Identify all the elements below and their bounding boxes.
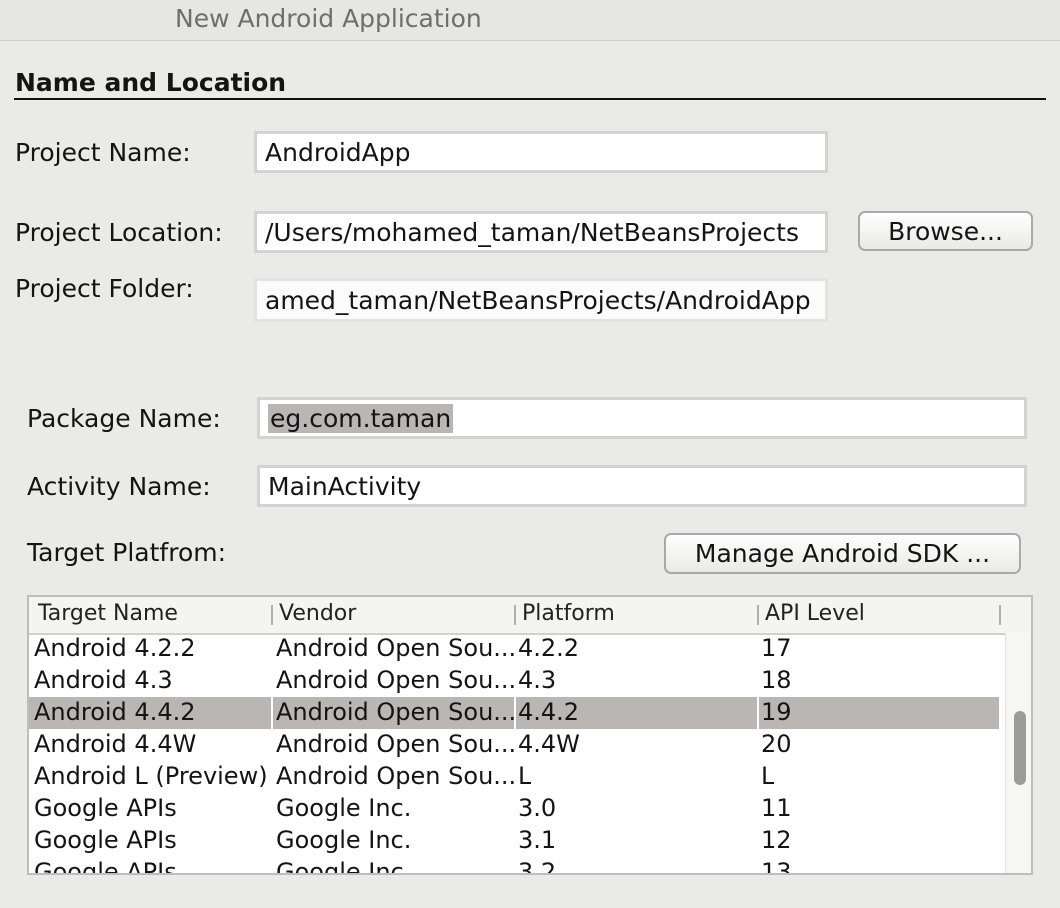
table-row[interactable]: Google APIs Google Inc. 3.0 11 — [29, 793, 999, 825]
cell-platform: 3.0 — [518, 794, 556, 822]
cell-separator — [514, 697, 516, 729]
cell-api-level: 13 — [761, 858, 792, 875]
cell-target-name: Android 4.4W — [34, 730, 196, 758]
column-separator[interactable] — [271, 605, 273, 625]
cell-vendor: Android Open Sou... — [276, 698, 516, 726]
table-row[interactable]: Android 4.3 Android Open Sou... 4.3 18 — [29, 665, 999, 697]
column-separator[interactable] — [999, 605, 1001, 625]
activity-name-input[interactable]: MainActivity — [257, 465, 1027, 507]
activity-name-label: Activity Name: — [27, 472, 211, 501]
table-scrollbar[interactable] — [1005, 633, 1032, 873]
cell-platform: 4.2.2 — [518, 634, 579, 662]
cell-api-level: 12 — [761, 826, 792, 854]
window-title-bar — [0, 0, 1060, 41]
cell-platform: 4.4W — [518, 730, 580, 758]
cell-vendor: Android Open Sou... — [276, 634, 516, 662]
cell-vendor: Android Open Sou... — [276, 730, 516, 758]
package-name-input[interactable]: eg.com.taman — [257, 397, 1027, 439]
column-header-vendor[interactable]: Vendor — [279, 601, 356, 626]
cell-platform: L — [518, 762, 531, 790]
cell-target-name: Google APIs — [34, 794, 177, 822]
target-table[interactable]: Target Name Vendor Platform API Level An… — [27, 595, 1033, 875]
project-folder-value: amed_taman/NetBeansProjects/AndroidApp — [265, 286, 811, 315]
project-name-input[interactable]: AndroidApp — [254, 131, 828, 173]
cell-vendor: Google Inc. — [276, 858, 411, 875]
cell-target-name: Android L (Preview) — [34, 762, 268, 790]
project-name-label: Project Name: — [15, 138, 191, 167]
column-separator[interactable] — [757, 605, 759, 625]
package-name-value: eg.com.taman — [268, 404, 453, 433]
cell-vendor: Google Inc. — [276, 826, 411, 854]
manage-android-sdk-button[interactable]: Manage Android SDK ... — [664, 533, 1021, 574]
cell-api-level: 18 — [761, 666, 792, 694]
browse-button[interactable]: Browse... — [858, 211, 1033, 251]
section-divider — [14, 98, 1046, 100]
cell-api-level: L — [761, 762, 774, 790]
target-platform-label: Target Platfrom: — [27, 538, 226, 567]
cell-api-level: 20 — [761, 730, 792, 758]
table-header: Target Name Vendor Platform API Level — [29, 597, 1033, 635]
cell-vendor: Android Open Sou... — [276, 762, 516, 790]
column-separator[interactable] — [514, 605, 516, 625]
table-row-selected[interactable]: Android 4.4.2 Android Open Sou... 4.4.2 … — [29, 697, 999, 729]
table-row[interactable]: Google APIs Google Inc. 3.1 12 — [29, 825, 999, 857]
project-folder-field: amed_taman/NetBeansProjects/AndroidApp — [254, 278, 828, 322]
column-header-platform[interactable]: Platform — [522, 601, 615, 626]
project-folder-label: Project Folder: — [15, 274, 194, 303]
cell-target-name: Google APIs — [34, 826, 177, 854]
scrollbar-thumb[interactable] — [1014, 711, 1026, 785]
table-row[interactable]: Android 4.2.2 Android Open Sou... 4.2.2 … — [29, 633, 999, 665]
activity-name-value: MainActivity — [268, 472, 421, 501]
cell-api-level: 19 — [761, 698, 792, 726]
cell-platform: 4.4.2 — [518, 698, 579, 726]
table-row[interactable]: Android L (Preview) Android Open Sou... … — [29, 761, 999, 793]
cell-platform: 3.2 — [518, 858, 556, 875]
project-location-label: Project Location: — [15, 218, 223, 247]
cell-target-name: Android 4.4.2 — [34, 698, 195, 726]
cell-api-level: 17 — [761, 634, 792, 662]
cell-target-name: Google APIs — [34, 858, 177, 875]
table-row[interactable]: Google APIs Google Inc. 3.2 13 — [29, 857, 999, 875]
cell-separator — [757, 697, 759, 729]
table-row[interactable]: Android 4.4W Android Open Sou... 4.4W 20 — [29, 729, 999, 761]
cell-platform: 3.1 — [518, 826, 556, 854]
cell-separator — [271, 697, 273, 729]
section-title: Name and Location — [15, 68, 286, 97]
cell-platform: 4.3 — [518, 666, 556, 694]
cell-vendor: Google Inc. — [276, 794, 411, 822]
column-header-api-level[interactable]: API Level — [765, 601, 865, 626]
column-header-target-name[interactable]: Target Name — [38, 601, 178, 626]
package-name-label: Package Name: — [27, 404, 221, 433]
project-location-input[interactable]: /Users/mohamed_taman/NetBeansProjects — [254, 211, 828, 253]
cell-vendor: Android Open Sou... — [276, 666, 516, 694]
cell-target-name: Android 4.2.2 — [34, 634, 195, 662]
project-name-value: AndroidApp — [265, 138, 411, 167]
cell-api-level: 11 — [761, 794, 792, 822]
cell-target-name: Android 4.3 — [34, 666, 173, 694]
project-location-value: /Users/mohamed_taman/NetBeansProjects — [265, 218, 799, 247]
window-title: New Android Application — [175, 4, 482, 33]
